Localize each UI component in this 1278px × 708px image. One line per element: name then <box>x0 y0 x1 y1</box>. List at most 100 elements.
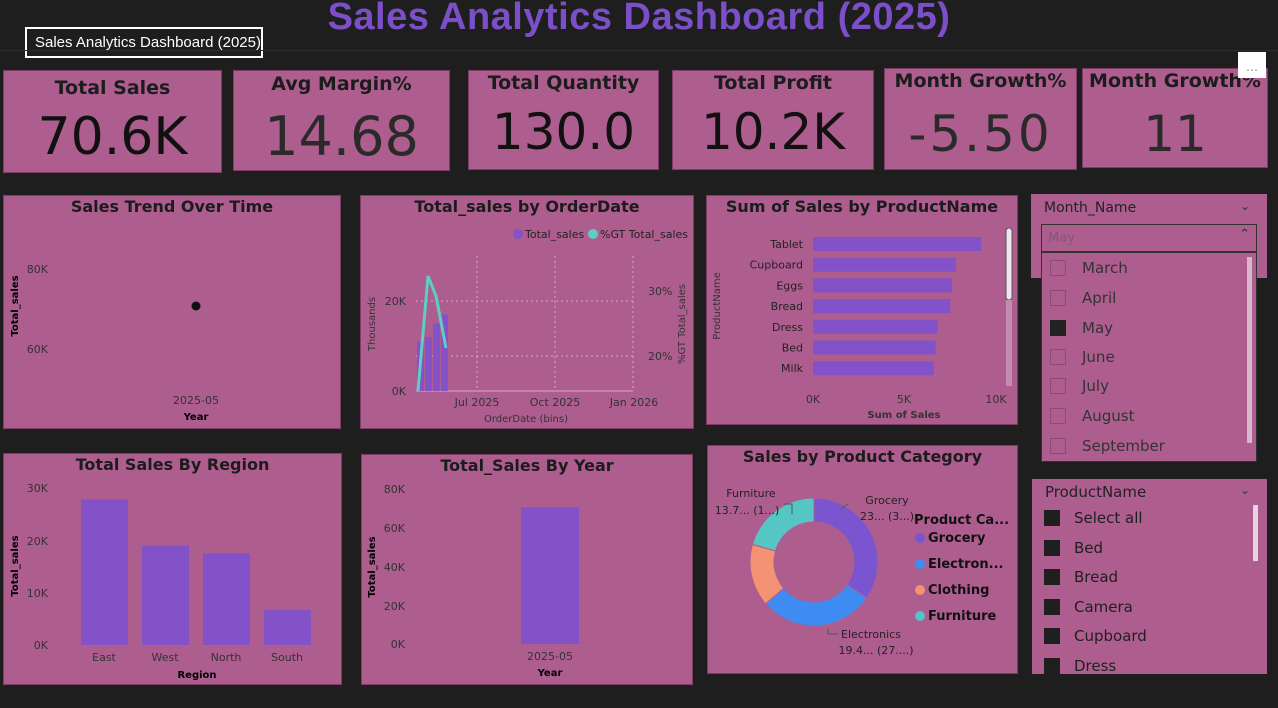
chevron-down-icon[interactable]: ⌄ <box>1240 199 1250 213</box>
legend-label: Clothing <box>928 583 989 598</box>
x-tick: 5K <box>897 393 912 406</box>
option-label: Select all <box>1074 509 1143 527</box>
dropdown-value: May <box>1048 231 1075 246</box>
option-label: July <box>1082 377 1109 395</box>
bar <box>813 257 956 272</box>
y-tick: 30K <box>27 482 49 495</box>
month-option[interactable]: July <box>1050 374 1109 398</box>
bar <box>813 237 982 251</box>
kpi-label: Total Profit <box>713 72 833 94</box>
bar <box>813 299 951 314</box>
chevron-down-icon[interactable]: ⌄ <box>1240 483 1250 497</box>
category-label: Tablet <box>769 238 803 251</box>
checkbox-checked[interactable] <box>1050 320 1066 336</box>
bar <box>264 609 311 645</box>
month-option[interactable]: April <box>1050 286 1116 310</box>
chart-sales-by-category[interactable]: Sales by Product Category Furniture 13.7… <box>707 445 1018 674</box>
product-option[interactable]: Bed <box>1044 536 1103 560</box>
product-option[interactable]: Dress <box>1044 654 1116 674</box>
chart-sales-by-year[interactable]: Total_Sales By Year Total_sales 80K 60K … <box>361 454 693 685</box>
scrollbar <box>1005 227 1013 301</box>
checkbox[interactable] <box>1050 260 1066 276</box>
month-dropdown[interactable]: May ⌃ <box>1041 224 1257 252</box>
option-label: March <box>1082 259 1128 277</box>
more-options-icon[interactable]: … <box>1238 52 1266 78</box>
kpi-label: Total Sales <box>54 77 171 99</box>
product-list[interactable]: Select all Bed Bread Camera Cupboard Dre… <box>1032 503 1252 674</box>
kpi-total-profit[interactable]: Total Profit 10.2K <box>672 70 874 170</box>
category-label: Bread <box>771 300 803 313</box>
category-label: Eggs <box>776 279 803 292</box>
legend-label: Grocery <box>928 531 986 546</box>
slice-label: Furniture <box>726 487 776 500</box>
option-label: September <box>1082 437 1165 455</box>
x-tick: 10K <box>985 393 1007 406</box>
product-option[interactable]: Bread <box>1044 565 1118 589</box>
checkbox-checked[interactable] <box>1044 569 1060 585</box>
y-axis-label: ProductName <box>712 272 723 339</box>
chart-sales-trend[interactable]: Sales Trend Over Time Total_sales 80K 60… <box>3 195 341 429</box>
kpi-total-sales[interactable]: Total Sales 70.6K <box>3 70 222 173</box>
scrollbar[interactable] <box>1253 505 1258 561</box>
checkbox[interactable] <box>1050 378 1066 394</box>
slicer-header: Month_Name <box>1044 200 1137 216</box>
y-tick: 0K <box>391 638 406 651</box>
checkbox[interactable] <box>1050 290 1066 306</box>
checkbox-checked[interactable] <box>1044 658 1060 674</box>
y-tick: 0K <box>392 385 407 398</box>
legend-title: Product Ca... <box>914 513 1009 528</box>
data-point <box>191 301 201 311</box>
x-axis-label: OrderDate (bins) <box>484 414 568 425</box>
checkbox-checked[interactable] <box>1044 510 1060 526</box>
month-option[interactable]: May <box>1050 316 1113 340</box>
x-tick: 2025-05 <box>173 394 219 407</box>
kpi-avg-margin[interactable]: Avg Margin% 14.68 <box>233 70 450 171</box>
chevron-up-icon[interactable]: ⌃ <box>1239 227 1250 242</box>
kpi-month-growth[interactable]: Month Growth% -5.50 <box>884 68 1077 170</box>
slice-label: Grocery <box>865 494 909 507</box>
checkbox-checked[interactable] <box>1044 628 1060 644</box>
kpi-label: Month Growth% <box>894 70 1067 92</box>
x-axis-label: Year <box>537 668 563 679</box>
y-axis-label: Total_sales <box>10 275 21 336</box>
option-label: Cupboard <box>1074 627 1147 645</box>
kpi-value: 11 <box>1143 105 1207 163</box>
product-option[interactable]: Cupboard <box>1044 624 1147 648</box>
category-label: Milk <box>781 362 804 375</box>
month-option[interactable]: June <box>1050 345 1115 369</box>
month-option[interactable]: August <box>1050 404 1135 428</box>
kpi-total-quantity[interactable]: Total Quantity 130.0 <box>468 70 659 170</box>
kpi-month-growth-2[interactable]: Month Growth% 11 <box>1082 68 1268 168</box>
checkbox[interactable] <box>1050 438 1066 454</box>
product-option[interactable]: Camera <box>1044 595 1133 619</box>
month-option[interactable]: March <box>1050 256 1128 280</box>
y-right-tick: 30% <box>648 285 672 298</box>
y-right-axis-label: %GT Total_sales <box>677 284 688 364</box>
product-option[interactable]: Select all <box>1044 506 1143 530</box>
month-option[interactable]: September <box>1050 434 1165 458</box>
checkbox[interactable] <box>1050 349 1066 365</box>
option-label: August <box>1082 407 1135 425</box>
bar <box>813 340 936 355</box>
option-label: Dress <box>1074 657 1117 674</box>
trend-plot: Total_sales 80K 60K 2025-05 Year <box>10 263 219 423</box>
category-label: Dress <box>772 321 803 334</box>
checkbox-checked[interactable] <box>1044 540 1060 556</box>
x-tick: Oct 2025 <box>530 396 581 409</box>
x-tick: 2025-05 <box>527 650 573 663</box>
bar <box>81 499 128 645</box>
option-label: June <box>1082 348 1115 366</box>
checkbox-checked[interactable] <box>1044 599 1060 615</box>
x-tick: North <box>211 651 242 664</box>
chart-sales-by-product[interactable]: Sum of Sales by ProductName ProductName … <box>706 195 1018 425</box>
option-label: Bread <box>1074 568 1119 586</box>
y-tick: 20K <box>384 600 406 613</box>
scrollbar[interactable] <box>1247 257 1252 443</box>
checkbox[interactable] <box>1050 408 1066 424</box>
y-axis-label: Total_sales <box>10 535 21 596</box>
chart-sales-by-region[interactable]: Total Sales By Region Total_sales 30K 20… <box>3 453 342 685</box>
x-tick: 0K <box>806 393 821 406</box>
chart-sales-by-orderdate[interactable]: Total_sales by OrderDate Total_sales %GT… <box>360 195 694 429</box>
y-tick: 40K <box>384 561 406 574</box>
y-tick: 80K <box>27 263 49 276</box>
